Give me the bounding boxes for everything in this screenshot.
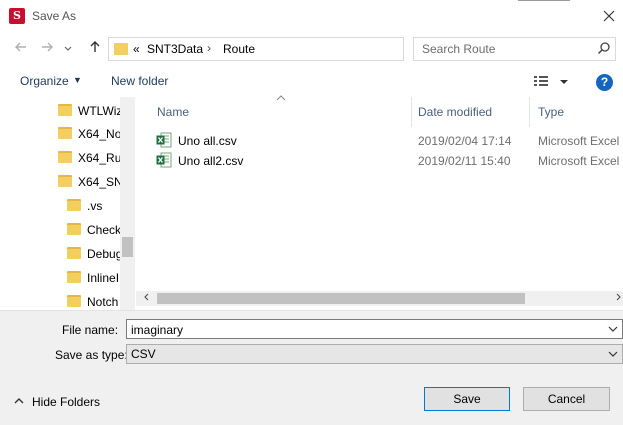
save-as-type-select[interactable]: CSV	[126, 344, 623, 364]
chevron-down-icon[interactable]	[608, 321, 618, 337]
file-row[interactable]: Uno all.csv 2019/02/04 17:14 Microsoft E…	[156, 131, 623, 151]
breadcrumb-item[interactable]: Route	[223, 42, 255, 56]
address-bar[interactable]: « SNT3Data › Route	[108, 37, 503, 61]
recent-locations-button[interactable]	[62, 40, 74, 58]
organize-dropdown-icon: ▼	[73, 75, 82, 85]
new-folder-button[interactable]: New folder	[111, 74, 168, 88]
arrow-left-icon	[15, 42, 26, 52]
column-header-date[interactable]: Date modified	[418, 105, 492, 129]
file-list-horizontal-scrollbar[interactable]	[136, 291, 623, 306]
column-header-type[interactable]: Type	[538, 105, 564, 129]
folder-icon	[58, 104, 72, 116]
tree-item-label: InlineI	[87, 271, 120, 285]
folder-icon	[67, 295, 81, 307]
background-edge	[518, 0, 570, 1]
hide-folders-label: Hide Folders	[32, 395, 101, 409]
folder-icon	[67, 199, 81, 211]
column-divider[interactable]	[529, 97, 530, 127]
arrow-up-icon	[90, 41, 100, 52]
up-button[interactable]	[86, 40, 104, 58]
scroll-left-button[interactable]	[139, 291, 154, 306]
chevron-right-icon	[616, 293, 621, 301]
file-name: Uno all.csv	[178, 134, 237, 148]
file-name-label: File name:	[62, 323, 119, 337]
file-name-combobox[interactable]	[126, 319, 623, 339]
command-bar: Organize ▼ New folder ?	[0, 66, 623, 98]
folder-icon	[58, 127, 72, 139]
breadcrumb-item[interactable]: SNT3Data	[147, 42, 203, 56]
save-button[interactable]: Save	[424, 387, 510, 411]
view-list-icon	[534, 76, 568, 86]
folder-icon	[58, 175, 72, 187]
chevron-left-icon	[143, 293, 148, 301]
organize-button[interactable]: Organize	[20, 74, 69, 88]
cancel-button[interactable]: Cancel	[523, 387, 610, 411]
breadcrumb-separator[interactable]: ›	[207, 41, 211, 55]
search-box[interactable]	[413, 37, 616, 61]
breadcrumb-overflow[interactable]: «	[133, 42, 140, 56]
tree-item-label: X64_No	[78, 127, 122, 141]
excel-csv-icon	[156, 152, 172, 168]
sort-ascending-icon	[276, 95, 286, 101]
file-row[interactable]: Uno all2.csv 2019/02/11 15:40 Microsoft …	[156, 151, 623, 171]
save-options-panel: File name: Save as type: CSV Hide Folder…	[0, 310, 623, 425]
chevron-down-icon	[64, 46, 72, 51]
chevron-down-icon	[608, 351, 618, 357]
tree-item-label: WTLWiz	[78, 104, 123, 118]
scroll-right-button[interactable]	[610, 291, 623, 306]
back-button[interactable]	[12, 40, 30, 58]
navigation-pane: WTLWiz X64_No X64_Rur X64_SNT .vs Check …	[0, 97, 135, 311]
file-type: Microsoft Excel C	[538, 134, 623, 148]
save-as-type-label: Save as type:	[55, 348, 128, 362]
close-button[interactable]	[598, 6, 620, 26]
forward-button[interactable]	[38, 40, 56, 58]
folder-icon	[67, 223, 81, 235]
window-title: Save As	[32, 9, 77, 23]
tree-item-label: Debug	[87, 247, 123, 261]
help-button[interactable]: ?	[596, 74, 613, 91]
file-name-input[interactable]	[131, 322, 601, 337]
file-list: Name Date modified Type Uno all.csv 2019…	[136, 95, 623, 311]
search-input[interactable]	[422, 41, 592, 57]
change-view-button[interactable]	[534, 74, 570, 90]
chevron-up-icon	[14, 398, 24, 404]
excel-csv-icon	[156, 132, 172, 148]
search-icon	[597, 42, 610, 55]
folder-icon	[67, 271, 81, 283]
save-as-dialog: S Save As « SNT3Data › Route Search Rout…	[0, 0, 623, 425]
column-divider[interactable]	[411, 97, 412, 127]
file-type: Microsoft Excel C	[538, 154, 623, 168]
folder-icon	[67, 247, 81, 259]
scrollbar-thumb[interactable]	[122, 237, 133, 257]
close-icon	[603, 10, 615, 22]
file-name: Uno all2.csv	[178, 154, 244, 168]
file-date: 2019/02/04 17:14	[418, 134, 512, 148]
tree-item-label: .vs	[87, 199, 103, 213]
scrollbar-thumb[interactable]	[157, 293, 525, 304]
column-header-name[interactable]: Name	[157, 105, 189, 129]
navigation-bar: « SNT3Data › Route	[0, 34, 623, 64]
arrow-right-icon	[42, 42, 53, 52]
folder-icon	[114, 43, 128, 55]
tree-item-label: X64_Rur	[78, 151, 126, 165]
navigation-pane-scrollbar[interactable]	[120, 97, 135, 311]
title-bar: S Save As	[0, 0, 623, 32]
save-as-type-value: CSV	[131, 347, 156, 361]
tree-item-label: Check	[87, 223, 122, 237]
app-icon: S	[9, 8, 25, 24]
tree-item-label: Notch	[87, 295, 119, 309]
file-date: 2019/02/11 15:40	[418, 154, 511, 168]
folder-icon	[58, 151, 72, 163]
